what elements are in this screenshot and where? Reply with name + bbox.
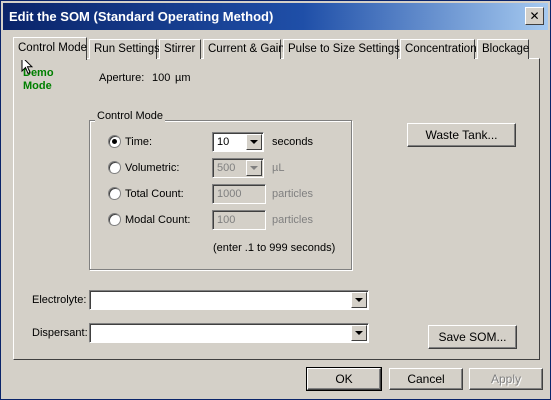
- electrolyte-select[interactable]: [89, 290, 369, 310]
- option-volumetric-label: Volumetric:: [125, 162, 180, 174]
- option-modal-count-label: Modal Count:: [125, 214, 191, 226]
- waste-tank-button[interactable]: Waste Tank...: [407, 123, 516, 147]
- option-modal-count-unit: particles: [272, 214, 313, 226]
- volumetric-select-value: 500: [217, 162, 236, 174]
- tab-control-mode[interactable]: Control Mode: [13, 37, 87, 60]
- electrolyte-label: Electrolyte:: [32, 294, 87, 306]
- dispersant-dropdown-button[interactable]: [351, 325, 367, 341]
- radio-selected-dot: [112, 139, 117, 144]
- aperture-label: Aperture:: [99, 72, 145, 84]
- window-title: Edit the SOM (Standard Operating Method): [9, 9, 274, 24]
- tab-current-gain[interactable]: Current & Gain: [203, 39, 285, 59]
- time-dropdown-button[interactable]: [246, 134, 262, 150]
- save-som-button[interactable]: Save SOM...: [428, 325, 517, 349]
- chevron-down-icon: [355, 298, 363, 302]
- title-bar: Edit the SOM (Standard Operating Method)…: [3, 3, 548, 30]
- option-total-count-label: Total Count:: [125, 188, 184, 200]
- time-range-hint: (enter .1 to 999 seconds): [213, 242, 336, 254]
- electrolyte-dropdown-button[interactable]: [351, 292, 367, 308]
- chevron-down-icon: [355, 331, 363, 335]
- total-count-input[interactable]: 1000: [212, 184, 266, 204]
- dialog-window: Edit the SOM (Standard Operating Method)…: [0, 0, 551, 400]
- ok-button[interactable]: OK: [306, 367, 382, 391]
- chevron-down-icon: [250, 166, 258, 170]
- aperture-unit: µm: [175, 72, 191, 84]
- dispersant-select[interactable]: [89, 323, 369, 343]
- option-time-unit: seconds: [272, 136, 313, 148]
- volumetric-dropdown-button[interactable]: [246, 160, 262, 176]
- option-volumetric-unit: µL: [272, 162, 285, 174]
- tab-run-settings[interactable]: Run Settings: [89, 39, 160, 59]
- time-select-value: 10: [217, 136, 230, 148]
- control-mode-group-title: Control Mode: [95, 110, 166, 122]
- tab-pulse-to-size-settings[interactable]: Pulse to Size Settings: [283, 39, 400, 59]
- cancel-button[interactable]: Cancel: [389, 368, 463, 390]
- apply-button[interactable]: Apply: [469, 368, 543, 390]
- tab-stirrer[interactable]: Stirrer: [159, 39, 201, 59]
- tab-blockage[interactable]: Blockage: [477, 39, 529, 59]
- radio-time[interactable]: [108, 135, 121, 148]
- demo-mode-line2: Mode: [23, 80, 52, 92]
- option-time-label: Time:: [125, 136, 153, 148]
- close-button[interactable]: ✕: [525, 7, 544, 25]
- tab-concentration[interactable]: Concentration: [400, 39, 477, 59]
- radio-volumetric[interactable]: [108, 161, 121, 174]
- radio-modal-count[interactable]: [108, 213, 121, 226]
- aperture-value: 100: [152, 72, 171, 84]
- chevron-down-icon: [250, 140, 258, 144]
- radio-total-count[interactable]: [108, 187, 121, 200]
- close-icon: ✕: [529, 9, 540, 23]
- total-count-value: 1000: [217, 188, 242, 200]
- option-total-count-unit: particles: [272, 188, 313, 200]
- dispersant-label: Dispersant:: [32, 327, 88, 339]
- modal-count-value: 100: [217, 214, 236, 226]
- modal-count-input[interactable]: 100: [212, 210, 266, 230]
